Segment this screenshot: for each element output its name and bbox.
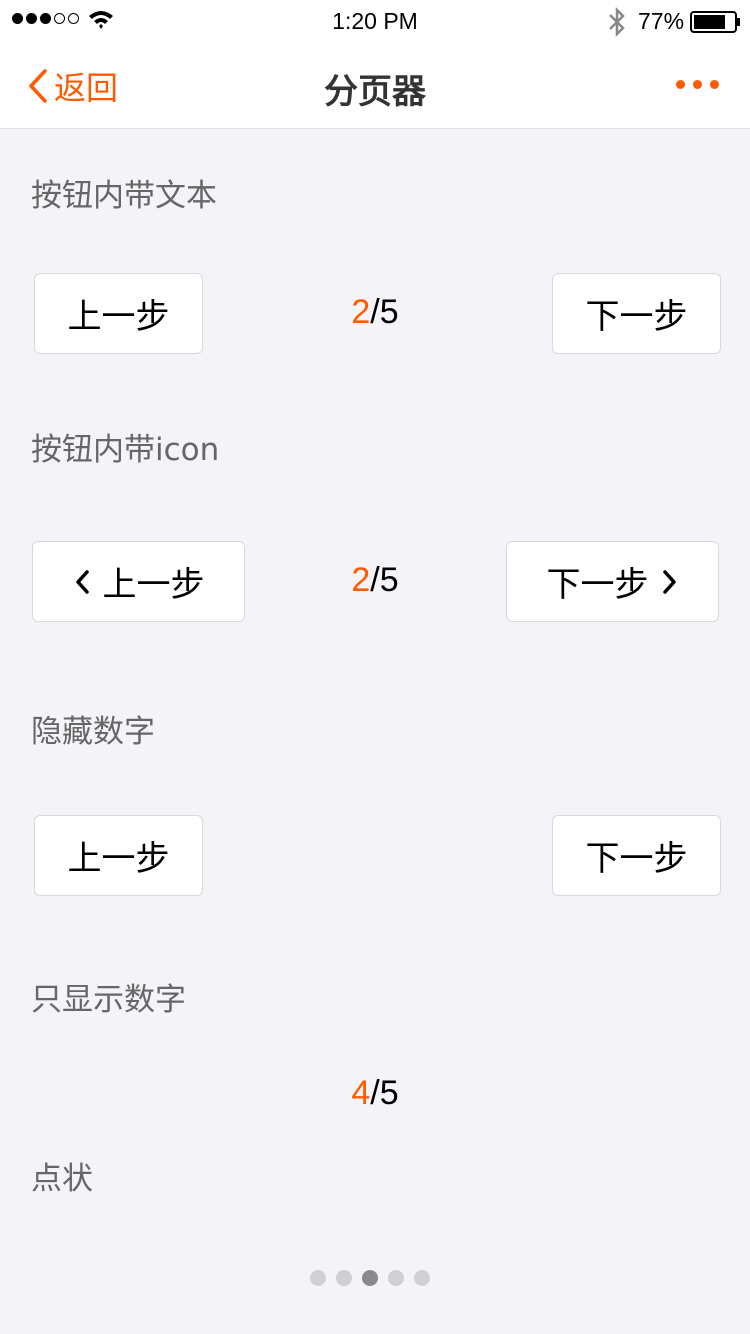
pagination-dot[interactable]: [388, 1270, 404, 1286]
section-title-text-buttons: 按钮内带文本: [31, 178, 217, 214]
next-button-with-icon[interactable]: 下一步: [506, 541, 719, 622]
total-pages: /5: [370, 293, 399, 331]
next-button-label: 下一步: [585, 839, 688, 879]
current-page: 2: [351, 561, 371, 599]
pagination-dot-active[interactable]: [362, 1270, 378, 1286]
section-title-dots: 点状: [31, 1161, 93, 1197]
more-icon[interactable]: [676, 80, 719, 89]
dot-pagination: [310, 1270, 430, 1286]
page-counter: 4/5: [0, 1074, 750, 1113]
pagination-dot[interactable]: [336, 1270, 352, 1286]
current-page: 4: [351, 1074, 371, 1112]
next-button[interactable]: 下一步: [552, 815, 721, 896]
navigation-bar: 返回 分页器: [0, 42, 750, 129]
section-title-icon-buttons: 按钮内带icon: [31, 432, 220, 468]
battery-icon: [690, 11, 740, 33]
pagination-dot[interactable]: [310, 1270, 326, 1286]
pagination-dot[interactable]: [414, 1270, 430, 1286]
section-title-hide-number: 隐藏数字: [31, 714, 155, 750]
next-button-label: 下一步: [585, 297, 688, 337]
total-pages: /5: [370, 561, 399, 599]
page-title: 分页器: [324, 72, 426, 112]
chevron-right-icon: [662, 569, 676, 594]
prev-button-label: 上一步: [67, 839, 170, 879]
battery-percentage: 77%: [638, 8, 685, 34]
status-bar: 1:20 PM 77%: [0, 0, 750, 42]
current-page: 2: [351, 293, 371, 331]
total-pages: /5: [370, 1074, 399, 1112]
section-title-number-only: 只显示数字: [31, 982, 186, 1018]
next-button[interactable]: 下一步: [552, 273, 721, 354]
next-button-label: 下一步: [546, 565, 649, 605]
bluetooth-icon: [609, 7, 625, 37]
prev-button[interactable]: 上一步: [34, 815, 203, 896]
